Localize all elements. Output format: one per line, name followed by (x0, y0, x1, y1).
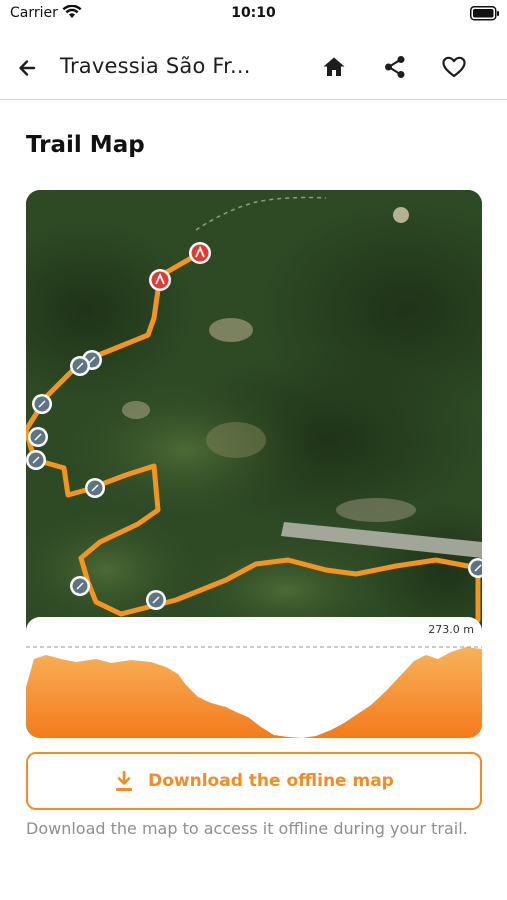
download-helper-text: Download the map to access it offline du… (26, 819, 468, 838)
section-title: Trail Map (26, 132, 145, 158)
download-icon (116, 770, 133, 791)
trail-map[interactable]: 273.0 m (26, 190, 482, 738)
elevation-profile: 273.0 m (26, 617, 482, 738)
waypoint-marker[interactable] (70, 356, 90, 376)
share-icon[interactable] (381, 53, 409, 81)
elevation-chart (26, 646, 482, 738)
waypoint-marker[interactable] (146, 590, 166, 610)
waypoint-marker[interactable] (26, 450, 46, 470)
start-marker[interactable] (149, 269, 171, 291)
waypoint-marker[interactable] (70, 576, 90, 596)
nav-bar: Travessia São Fr... (0, 34, 507, 100)
download-offline-map-button[interactable]: Download the offline map (26, 752, 482, 810)
heart-icon[interactable] (440, 53, 468, 81)
start-marker[interactable] (189, 242, 211, 264)
status-bar: Carrier 10:10 (0, 0, 507, 30)
download-button-label: Download the offline map (148, 771, 394, 791)
battery-icon (470, 6, 499, 21)
elevation-max-label: 273.0 m (428, 623, 474, 636)
page-title: Travessia São Fr... (60, 54, 251, 78)
waypoint-marker[interactable] (85, 478, 105, 498)
waypoint-marker[interactable] (28, 427, 48, 447)
home-icon[interactable] (320, 53, 348, 81)
back-arrow-icon[interactable] (14, 54, 42, 82)
clock: 10:10 (231, 5, 276, 21)
waypoint-marker[interactable] (32, 394, 52, 414)
